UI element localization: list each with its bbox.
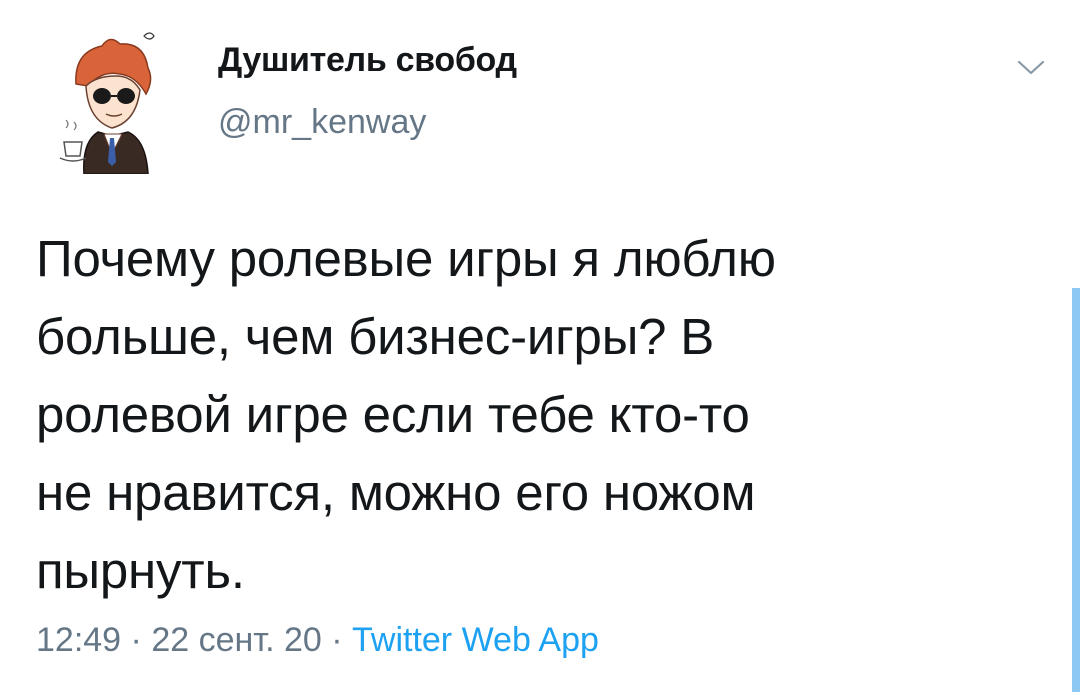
- display-name[interactable]: Душитель свобод: [218, 40, 517, 80]
- user-handle[interactable]: @mr_kenway: [218, 102, 517, 142]
- tweet-date[interactable]: 22 сент. 20: [151, 621, 321, 659]
- avatar[interactable]: [36, 24, 186, 175]
- tweet-author: Душитель свобод @mr_kenway: [218, 40, 517, 142]
- meta-separator: ·: [321, 621, 352, 659]
- avatar-illustration: [59, 32, 155, 175]
- meta-separator: ·: [121, 621, 152, 659]
- tweet-source-link[interactable]: Twitter Web App: [352, 621, 599, 659]
- tweet-metadata: 12:49 · 22 сент. 20 · Twitter Web App: [36, 620, 599, 660]
- scrollbar[interactable]: [1072, 288, 1080, 692]
- tweet-text: Почему ролевые игры я люблю больше, чем …: [36, 230, 776, 599]
- tweet: Душитель свобод @mr_kenway Почему ролевы…: [0, 0, 1080, 692]
- chevron-down-icon[interactable]: [1016, 58, 1046, 78]
- tweet-time[interactable]: 12:49: [36, 621, 121, 659]
